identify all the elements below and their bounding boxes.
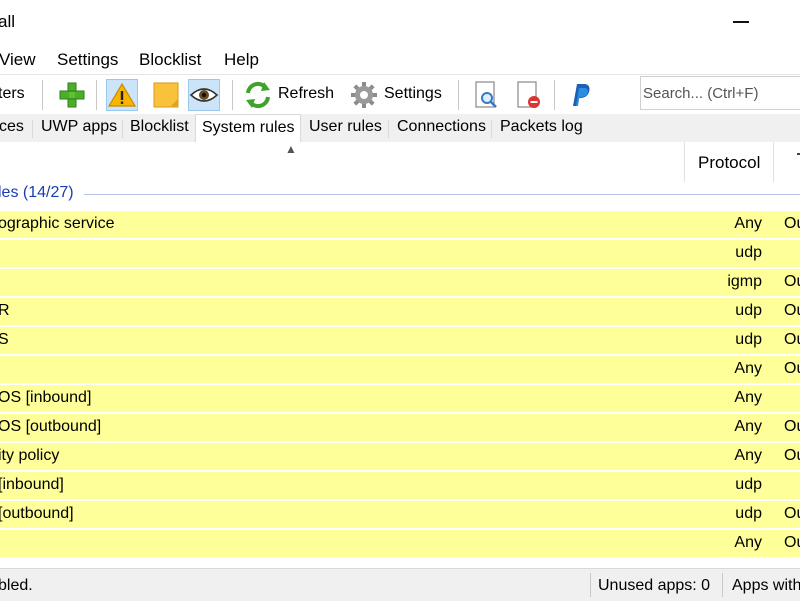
rule-protocol: udp — [735, 476, 762, 493]
rule-protocol: Any — [734, 534, 762, 551]
menu-help[interactable]: Help — [224, 50, 259, 70]
status-separator — [722, 573, 723, 597]
table-row[interactable]: S udp Ou — [0, 327, 800, 354]
toolbar-separator — [458, 80, 459, 110]
rule-protocol: Any — [734, 447, 762, 464]
refresh-icon[interactable] — [242, 79, 274, 111]
tab-services[interactable]: ces — [0, 118, 24, 136]
plus-icon[interactable] — [56, 79, 88, 111]
rule-direction: Ou — [784, 273, 800, 290]
tab-system-rules[interactable]: System rules — [195, 114, 302, 142]
table-row[interactable]: R udp Ou — [0, 298, 800, 325]
rule-protocol: Any — [734, 389, 762, 406]
search-input[interactable] — [640, 76, 800, 110]
rule-direction: Ou — [784, 447, 800, 464]
table-row[interactable]: OS [outbound] Any Ou — [0, 414, 800, 441]
toolbar-separator — [554, 80, 555, 110]
rule-direction: Ou — [784, 302, 800, 319]
toolbar-separator — [96, 80, 97, 110]
apps-with-count: Apps with — [732, 577, 800, 594]
menu-view[interactable]: View — [0, 50, 36, 70]
rule-name: [outbound] — [0, 505, 74, 522]
rule-protocol: Any — [734, 360, 762, 377]
filters-button[interactable]: ters — [0, 85, 25, 103]
rule-protocol: Any — [734, 215, 762, 232]
table-row[interactable]: ographic service Any Ou — [0, 211, 800, 238]
status-message: bled. — [0, 577, 33, 594]
note-icon[interactable] — [150, 79, 182, 111]
toolbar-separator — [232, 80, 233, 110]
tab-blocklist[interactable]: Blocklist — [130, 118, 189, 136]
rule-protocol: udp — [735, 505, 762, 522]
menu-blocklist[interactable]: Blocklist — [139, 50, 201, 70]
tab-divider — [491, 120, 492, 138]
status-bar: bled. Unused apps: 0 Apps with — [0, 568, 800, 601]
rule-protocol: udp — [735, 331, 762, 348]
title-bar: all — [0, 0, 800, 46]
settings-button[interactable]: Settings — [384, 85, 442, 103]
minimize-button[interactable] — [733, 10, 749, 30]
tab-connections[interactable]: Connections — [397, 118, 486, 136]
tab-user-rules[interactable]: User rules — [309, 118, 382, 136]
tab-packets-log[interactable]: Packets log — [500, 118, 583, 136]
rule-name: S — [0, 331, 9, 348]
rule-name: OS [inbound] — [0, 389, 92, 406]
refresh-button[interactable]: Refresh — [278, 85, 334, 103]
rule-direction: Ou — [784, 360, 800, 377]
sort-ascending-icon: ▲ — [285, 142, 297, 156]
table-row[interactable]: Any Ou — [0, 356, 800, 383]
document-delete-icon[interactable] — [512, 79, 544, 111]
window-title: all — [0, 12, 16, 31]
status-separator — [590, 573, 591, 597]
group-header[interactable]: les (14/27) — [0, 184, 74, 202]
tab-bar: ces UWP apps Blocklist System rules User… — [0, 114, 800, 143]
table-row[interactable]: [outbound] udp Ou — [0, 501, 800, 528]
rule-direction: Ou — [784, 505, 800, 522]
warning-icon[interactable] — [106, 79, 138, 111]
table-row[interactable]: Any Ou — [0, 530, 800, 557]
rule-name: R — [0, 302, 10, 319]
rule-name: ity policy — [0, 447, 60, 464]
eye-icon[interactable] — [188, 79, 220, 111]
tab-divider — [388, 120, 389, 138]
table-row[interactable]: OS [inbound] Any — [0, 385, 800, 412]
menu-bar: View Settings Blocklist Help — [0, 46, 800, 74]
gear-icon[interactable] — [348, 79, 380, 111]
table-row[interactable]: [inbound] udp — [0, 472, 800, 499]
magnifier-document-icon[interactable] — [470, 79, 502, 111]
rule-protocol: igmp — [727, 273, 762, 290]
rule-direction: Ou — [784, 418, 800, 435]
rule-direction: Ou — [784, 215, 800, 232]
rule-name: OS [outbound] — [0, 418, 102, 435]
group-divider — [84, 194, 800, 195]
column-divider[interactable] — [773, 142, 774, 182]
rule-protocol: udp — [735, 302, 762, 319]
tab-divider — [32, 120, 33, 138]
tab-divider — [122, 120, 123, 138]
table-row[interactable]: ity policy Any Ou — [0, 443, 800, 470]
tab-uwp-apps[interactable]: UWP apps — [41, 118, 117, 136]
column-header-protocol[interactable]: Protocol — [698, 153, 760, 193]
unused-apps-count: Unused apps: 0 — [598, 577, 711, 594]
rules-list[interactable]: ▲ Protocol les (14/27) ographic service … — [0, 142, 800, 568]
rule-direction: Ou — [784, 331, 800, 348]
rule-protocol: Any — [734, 418, 762, 435]
column-divider[interactable] — [684, 142, 685, 182]
toolbar-separator — [42, 80, 43, 110]
table-row[interactable]: igmp Ou — [0, 269, 800, 296]
rule-direction: Ou — [784, 534, 800, 551]
rule-protocol: udp — [735, 244, 762, 261]
menu-settings[interactable]: Settings — [57, 50, 118, 70]
rule-name: [inbound] — [0, 476, 64, 493]
paypal-icon[interactable] — [564, 79, 596, 111]
rule-name: ographic service — [0, 215, 115, 232]
table-row[interactable]: udp — [0, 240, 800, 267]
